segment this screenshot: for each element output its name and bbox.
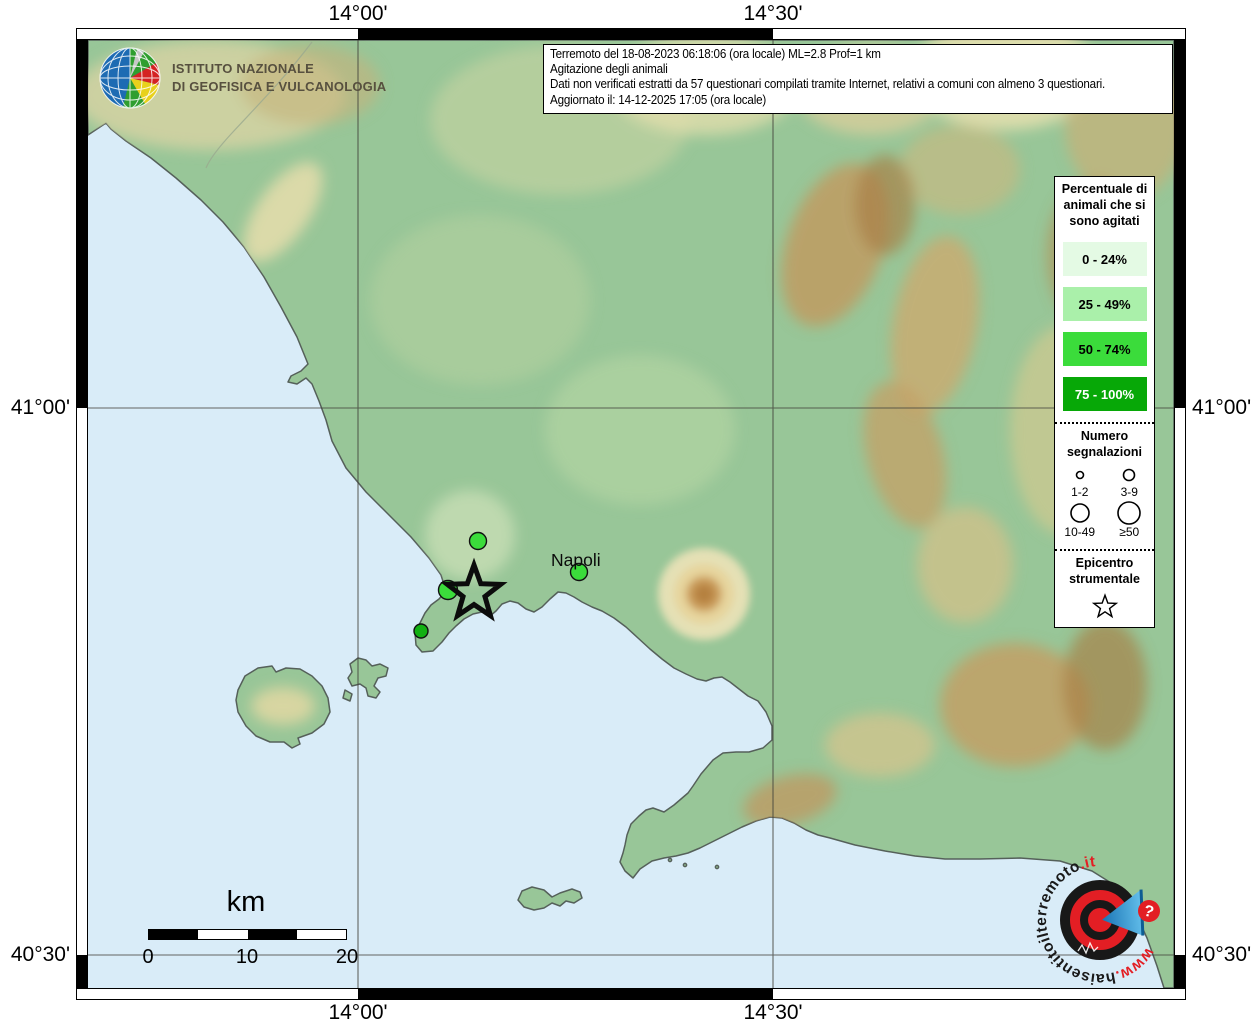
islet: [668, 858, 671, 861]
event-data-note: Dati non verificati estratti da 57 quest…: [550, 77, 1123, 92]
scalebar-tick-20: 20: [327, 946, 367, 969]
event-subtitle: Agitazione degli animali: [550, 62, 1123, 77]
legend-count-grid: 1-2 3-9 10-49 ≥50: [1055, 462, 1154, 538]
report-circle: [414, 624, 428, 638]
frame-left-black: [77, 955, 87, 988]
count-label: 3-9: [1121, 486, 1138, 498]
scalebar-seg: [198, 930, 247, 939]
haisentitoilterremoto-watermark-link[interactable]: ? www.haisentitoilterremoto.it: [1016, 838, 1184, 1006]
ingv-logo: ISTITUTO NAZIONALE DI GEOFISICA E VULCAN…: [92, 44, 422, 114]
count-circle-icon: [1115, 499, 1143, 526]
scalebar: [148, 929, 347, 940]
legend-swatch-25-49: 25 - 49%: [1063, 287, 1147, 321]
legend-swatch-label: 25 - 49%: [1078, 297, 1130, 312]
scalebar-seg: [297, 930, 346, 939]
legend-count-1-2: 1-2: [1067, 462, 1093, 498]
page: Napoli 14°00' 14°30' 14°00' 14°30' 41°00…: [0, 0, 1256, 1024]
legend-count-50plus: ≥50: [1115, 499, 1143, 538]
frame-right-black: [1175, 40, 1185, 408]
frame-bottom-black: [358, 989, 773, 999]
scalebar-unit: km: [196, 886, 296, 919]
scalebar-seg: [248, 930, 297, 939]
count-label: 1-2: [1071, 486, 1088, 498]
frame-top-black: [358, 29, 773, 39]
event-title: Terremoto del 18-08-2023 06:18:06 (ora l…: [550, 47, 1123, 62]
report-circle: [470, 533, 487, 550]
legend-swatch-label: 50 - 74%: [1078, 342, 1130, 357]
axis-label-lon-top-left: 14°00': [303, 2, 413, 26]
event-updated-at: Aggiornato il: 14-12-2025 17:05 (ora loc…: [550, 93, 1123, 108]
axis-label-lon-bottom-right: 14°30': [718, 1001, 828, 1024]
count-circle-icon: [1067, 462, 1093, 486]
legend-count-10-49: 10-49: [1064, 499, 1095, 538]
islet: [715, 865, 718, 868]
map-canvas: Napoli: [88, 40, 1174, 988]
axis-label-lat-left-bottom: 40°30': [0, 943, 70, 967]
vesuvius-relief: [658, 548, 750, 640]
event-info-box: Terremoto del 18-08-2023 06:18:06 (ora l…: [543, 44, 1173, 114]
legend-count-3-9: 3-9: [1116, 462, 1142, 498]
frame-left-black: [77, 40, 87, 408]
legend-counts-title: Numero segnalazioni: [1055, 424, 1154, 462]
axis-label-lon-bottom-left: 14°00': [303, 1001, 413, 1024]
scalebar-tick-10: 10: [227, 946, 267, 969]
legend-swatch-label: 75 - 100%: [1075, 387, 1134, 402]
ingv-name-line1: ISTITUTO NAZIONALE: [172, 61, 314, 76]
legend-swatch-0-24: 0 - 24%: [1063, 242, 1147, 276]
legend-percent-title: Percentuale di animali che si sono agita…: [1055, 177, 1154, 231]
legend-swatch-50-74: 50 - 74%: [1063, 332, 1147, 366]
ingv-globe-icon: [100, 48, 160, 108]
count-circle-icon: [1066, 499, 1094, 526]
ingv-name-line2: DI GEOFISICA E VULCANOLOGIA: [172, 79, 387, 94]
axis-label-lat-left-top: 41°00': [0, 396, 70, 420]
axis-label-lat-right-bottom: 40°30': [1192, 943, 1251, 967]
count-label: ≥50: [1119, 526, 1139, 538]
islet: [683, 863, 686, 866]
city-label: Napoli: [551, 550, 601, 570]
legend: Percentuale di animali che si sono agita…: [1054, 176, 1155, 628]
legend-swatch-75-100: 75 - 100%: [1063, 377, 1147, 411]
legend-epicenter-title: Epicentro strumentale: [1055, 551, 1154, 589]
axis-label-lat-right-top: 41°00': [1192, 396, 1251, 420]
axis-label-lon-top-right: 14°30': [718, 2, 828, 26]
epicenter-star-icon: [1090, 593, 1120, 621]
count-circle-icon: [1116, 462, 1142, 486]
legend-swatch-label: 0 - 24%: [1082, 252, 1127, 267]
count-label: 10-49: [1064, 526, 1095, 538]
scalebar-tick-0: 0: [128, 946, 168, 969]
scalebar-seg: [149, 930, 198, 939]
